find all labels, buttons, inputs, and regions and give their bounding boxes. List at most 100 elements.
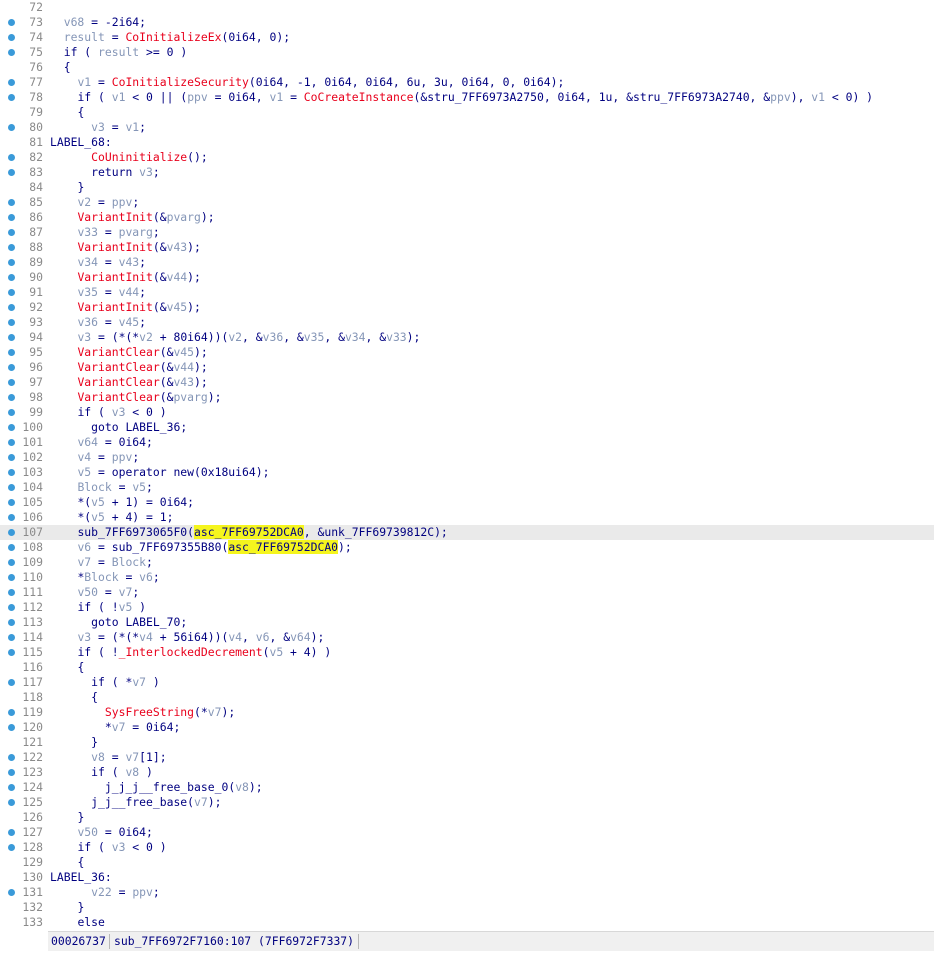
code-token[interactable]: ; bbox=[139, 255, 146, 269]
code-token[interactable]: Block bbox=[112, 555, 146, 569]
code-line[interactable]: 118 { bbox=[0, 690, 934, 705]
code-line[interactable]: 115 if ( !_InterlockedDecrement(v5 + 4) … bbox=[0, 645, 934, 660]
code-token[interactable]: = bbox=[91, 555, 112, 569]
code-token[interactable]: v35 bbox=[77, 285, 98, 299]
code-token[interactable]: } bbox=[91, 735, 98, 749]
code-token[interactable]: CoInitializeSecurity bbox=[112, 75, 249, 89]
code-line[interactable]: 98 VariantClear(&pvarg); bbox=[0, 390, 934, 405]
code-token[interactable]: v7 bbox=[125, 750, 139, 764]
code-token[interactable]: v45 bbox=[167, 300, 188, 314]
code-token[interactable]: v2 bbox=[228, 330, 242, 344]
code-token[interactable]: ( bbox=[105, 765, 126, 779]
code-token[interactable]: v35 bbox=[304, 330, 325, 344]
code-token[interactable]: v6 bbox=[139, 570, 153, 584]
code-token[interactable]: ; bbox=[153, 165, 160, 179]
code-token[interactable]: v7 bbox=[112, 720, 126, 734]
code-text[interactable]: v68 = -2i64; bbox=[50, 15, 146, 30]
code-line[interactable]: 108 v6 = sub_7FF697355B80(asc_7FF69752DC… bbox=[0, 540, 934, 555]
code-text[interactable]: if ( v8 ) bbox=[50, 765, 153, 780]
code-line[interactable]: 109 v7 = Block; bbox=[0, 555, 934, 570]
code-token[interactable]: = bbox=[98, 285, 119, 299]
code-token[interactable]: ; bbox=[146, 480, 153, 494]
code-token[interactable]: ); bbox=[194, 345, 208, 359]
code-line[interactable]: 110 *Block = v6; bbox=[0, 570, 934, 585]
code-token[interactable]: v7 bbox=[194, 795, 208, 809]
code-line[interactable]: 92 VariantInit(&v45); bbox=[0, 300, 934, 315]
code-token[interactable]: ppv bbox=[770, 90, 791, 104]
code-text[interactable]: v36 = v45; bbox=[50, 315, 146, 330]
code-token[interactable]: v8 bbox=[125, 765, 139, 779]
code-token[interactable]: = 0i64, bbox=[208, 90, 270, 104]
code-token[interactable]: CoUninitialize bbox=[91, 150, 187, 164]
code-token[interactable]: } bbox=[77, 900, 84, 914]
code-token[interactable]: if bbox=[91, 765, 105, 779]
code-token[interactable]: CoCreateInstance bbox=[304, 90, 414, 104]
code-token[interactable]: VariantClear bbox=[77, 375, 159, 389]
highlighted-token[interactable]: asc_7FF69752DCA0 bbox=[194, 525, 304, 539]
code-line[interactable]: 128 if ( v3 < 0 ) bbox=[0, 840, 934, 855]
code-text[interactable]: { bbox=[50, 60, 71, 75]
code-text[interactable]: v7 = Block; bbox=[50, 555, 152, 570]
code-token[interactable]: (* bbox=[194, 705, 208, 719]
code-token[interactable]: if bbox=[77, 90, 91, 104]
code-token[interactable]: (& bbox=[160, 390, 174, 404]
code-token[interactable]: LABEL_68: bbox=[50, 135, 112, 149]
code-token[interactable]: ; bbox=[153, 885, 160, 899]
code-token[interactable]: ); bbox=[208, 795, 222, 809]
code-token[interactable]: , & bbox=[269, 630, 290, 644]
code-line[interactable]: 121 } bbox=[0, 735, 934, 750]
code-token[interactable]: VariantClear bbox=[77, 345, 159, 359]
code-token[interactable]: SysFreeString bbox=[105, 705, 194, 719]
code-text[interactable]: } bbox=[50, 900, 84, 915]
code-token[interactable]: VariantClear bbox=[77, 390, 159, 404]
code-token[interactable]: < 0 ) bbox=[125, 405, 166, 419]
code-text[interactable]: j_j_j__free_base_0(v8); bbox=[50, 780, 263, 795]
code-line[interactable]: 116 { bbox=[0, 660, 934, 675]
code-token[interactable]: VariantInit bbox=[77, 300, 152, 314]
code-token[interactable]: v5 bbox=[91, 510, 105, 524]
code-text[interactable]: sub_7FF6973065F0(asc_7FF69752DCA0, &unk_… bbox=[50, 525, 448, 540]
code-token[interactable]: result bbox=[64, 30, 105, 44]
code-token[interactable]: v3 bbox=[139, 165, 153, 179]
code-token[interactable]: = bbox=[112, 885, 133, 899]
code-token[interactable]: v68 bbox=[64, 15, 85, 29]
code-token[interactable]: ( bbox=[91, 405, 112, 419]
code-token[interactable]: * bbox=[105, 720, 112, 734]
code-token[interactable]: { bbox=[91, 690, 98, 704]
code-token[interactable]: j_j_j__free_base_0( bbox=[105, 780, 235, 794]
code-token[interactable]: >= 0 ) bbox=[139, 45, 187, 59]
code-token[interactable]: v1 bbox=[125, 120, 139, 134]
code-token[interactable]: *( bbox=[77, 495, 91, 509]
code-token[interactable]: = (*(* bbox=[91, 330, 139, 344]
code-token[interactable]: ; bbox=[132, 450, 139, 464]
code-text[interactable]: if ( v3 < 0 ) bbox=[50, 405, 166, 420]
code-token[interactable]: = bbox=[105, 120, 126, 134]
code-text[interactable]: v3 = (*(*v4 + 56i64))(v4, v6, &v64); bbox=[50, 630, 324, 645]
code-line[interactable]: 93 v36 = v45; bbox=[0, 315, 934, 330]
code-text[interactable]: { bbox=[50, 855, 84, 870]
code-text[interactable]: } bbox=[50, 180, 84, 195]
code-token[interactable]: = -2i64; bbox=[84, 15, 146, 29]
code-line-current[interactable]: 107 sub_7FF6973065F0(asc_7FF69752DCA0, &… bbox=[0, 525, 934, 540]
code-token[interactable]: ); bbox=[187, 240, 201, 254]
code-token[interactable]: ); bbox=[249, 780, 263, 794]
code-token[interactable]: , & bbox=[324, 330, 345, 344]
code-token[interactable]: ; bbox=[139, 315, 146, 329]
code-line[interactable]: 133 else bbox=[0, 915, 934, 930]
code-line[interactable]: 73 v68 = -2i64; bbox=[0, 15, 934, 30]
code-token[interactable]: v5 bbox=[77, 465, 91, 479]
code-token[interactable]: ); bbox=[338, 540, 352, 554]
code-token[interactable]: (& bbox=[153, 300, 167, 314]
code-text[interactable]: VariantInit(&pvarg); bbox=[50, 210, 214, 225]
code-token[interactable]: v44 bbox=[119, 285, 140, 299]
code-token[interactable]: , &unk_7FF69739812C); bbox=[304, 525, 448, 539]
code-line[interactable]: 127 v50 = 0i64; bbox=[0, 825, 934, 840]
code-line[interactable]: 117 if ( *v7 ) bbox=[0, 675, 934, 690]
code-token[interactable]: ; bbox=[153, 570, 160, 584]
code-token[interactable]: v5 bbox=[119, 600, 133, 614]
code-line[interactable]: 80 v3 = v1; bbox=[0, 120, 934, 135]
code-token[interactable]: ( bbox=[91, 840, 112, 854]
code-line[interactable]: 120 *v7 = 0i64; bbox=[0, 720, 934, 735]
code-token[interactable]: v34 bbox=[345, 330, 366, 344]
code-token[interactable]: ) bbox=[139, 765, 153, 779]
